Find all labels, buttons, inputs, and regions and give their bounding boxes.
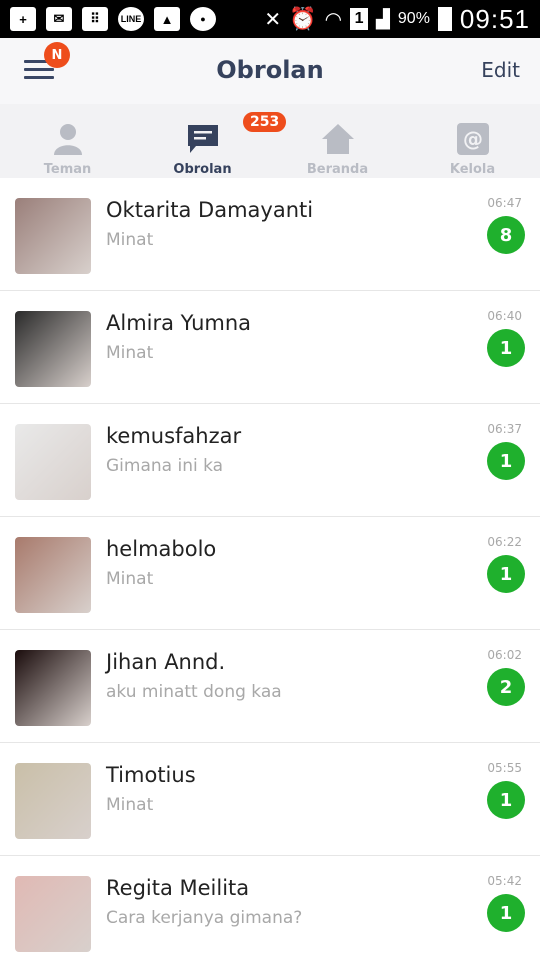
chat-row[interactable]: helmabolo Minat 06:22 1 (0, 517, 540, 630)
chat-name: helmabolo (106, 537, 217, 561)
edit-button[interactable]: Edit (481, 58, 520, 82)
avatar (15, 763, 91, 839)
chat-time: 05:42 (487, 874, 522, 888)
chat-name: Regita Meilita (106, 876, 250, 900)
chat-last-message: Minat (106, 569, 154, 589)
person-icon (51, 122, 85, 156)
avatar (15, 876, 91, 952)
chat-last-message: Minat (106, 795, 154, 815)
line-icon: LINE (118, 7, 144, 31)
chat-bubble-icon: ● (190, 7, 216, 31)
chat-name: Almira Yumna (106, 311, 252, 335)
tab-label: Kelola (449, 162, 496, 177)
avatar (15, 424, 91, 500)
mute-icon: ✕ (264, 8, 282, 31)
avatar (15, 198, 91, 274)
mail-icon: ✉ (46, 7, 72, 31)
alarm-icon: ⏰ (289, 6, 317, 31)
chat-name: Jihan Annd. (106, 650, 226, 674)
unread-count-badge: 2 (487, 668, 525, 706)
at-icon: @ (456, 122, 490, 156)
chat-last-message: aku minatt dong kaa (106, 682, 282, 702)
chat-name: Timotius (106, 763, 196, 787)
chat-row[interactable]: Almira Yumna Minat 06:40 1 (0, 291, 540, 404)
unread-count-badge: 1 (487, 555, 525, 593)
wifi-icon: ◠ (324, 8, 343, 31)
page-title: Obrolan (216, 56, 324, 84)
chat-last-message: Gimana ini ka (106, 456, 224, 476)
chat-row[interactable]: Regita Meilita Cara kerjanya gimana? 05:… (0, 856, 540, 969)
tab-label: Teman (43, 162, 92, 177)
avatar (15, 537, 91, 613)
unread-count-badge: 1 (487, 781, 525, 819)
chat-row[interactable]: kemusfahzar Gimana ini ka 06:37 1 (0, 404, 540, 517)
signal-icon: ▟ (376, 8, 390, 29)
chat-row[interactable]: Jihan Annd. aku minatt dong kaa 06:02 2 (0, 630, 540, 743)
chat-icon (186, 122, 220, 156)
chat-last-message: Minat (106, 343, 154, 363)
tab-label: Obrolan (173, 162, 232, 177)
bbm-icon: ⠿ (82, 7, 108, 31)
image-icon: ▲ (154, 7, 180, 31)
unread-count-badge: 1 (487, 329, 525, 367)
app-header: N Obrolan Edit (0, 38, 540, 104)
tab-label: Beranda (306, 162, 369, 177)
unread-count-badge: 1 (487, 894, 525, 932)
chat-last-message: Minat (106, 230, 154, 250)
chat-row[interactable]: Timotius Minat 05:55 1 (0, 743, 540, 856)
chat-name: kemusfahzar (106, 424, 242, 448)
battery-icon (437, 7, 452, 31)
unread-count-badge: 8 (487, 216, 525, 254)
sim-icon: 1 (350, 8, 369, 30)
chat-time: 06:02 (487, 648, 522, 662)
chat-row[interactable]: Oktarita Damayanti Minat 06:47 8 (0, 178, 540, 291)
chat-time: 06:37 (487, 422, 522, 436)
unread-count-badge: 1 (487, 442, 525, 480)
battery-percent: 90% (397, 10, 430, 27)
chat-name: Oktarita Damayanti (106, 198, 314, 222)
add-icon: + (10, 7, 36, 31)
clock: 09:51 (459, 3, 530, 34)
chat-time: 06:40 (487, 309, 522, 323)
avatar (15, 311, 91, 387)
chat-time: 05:55 (487, 761, 522, 775)
svg-text:@: @ (463, 127, 483, 151)
chat-time: 06:47 (487, 196, 522, 210)
chat-time: 06:22 (487, 535, 522, 549)
home-icon (321, 122, 355, 156)
chat-last-message: Cara kerjanya gimana? (106, 908, 303, 928)
avatar (15, 650, 91, 726)
status-bar: + ✉ ⠿ LINE ▲ ● ✕ ⏰ ◠ 1 ▟ 90% 09:51 (0, 0, 540, 38)
